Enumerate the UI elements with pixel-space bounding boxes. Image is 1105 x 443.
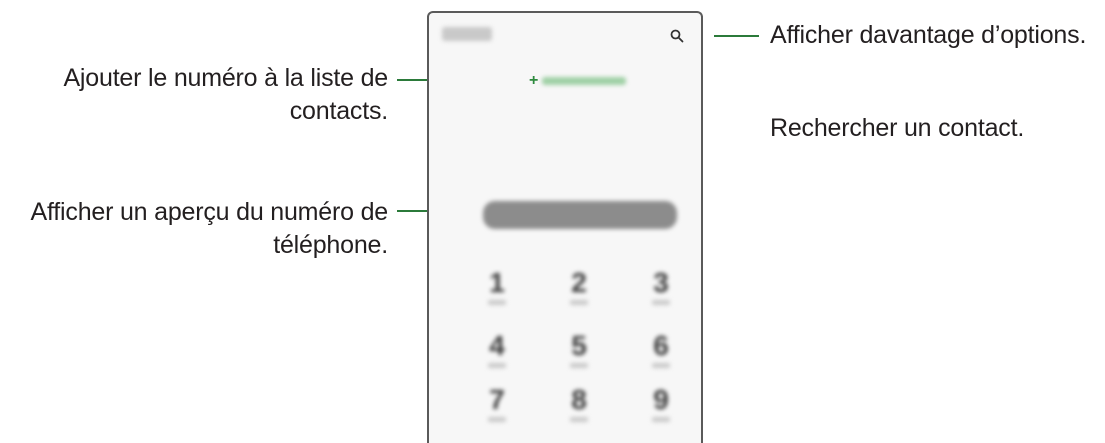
- callout-preview-number: Afficher un aperçu du numéro de téléphon…: [4, 196, 389, 262]
- key-letters: [488, 300, 506, 305]
- key-letters: [570, 363, 588, 368]
- callout-search-contact-text: Rechercher un contact.: [770, 114, 1025, 142]
- key-digit: 9: [653, 384, 669, 415]
- key-letters: [652, 363, 670, 368]
- app-title: [442, 27, 492, 41]
- key-letters: [488, 417, 506, 422]
- add-to-contacts-label: [542, 77, 627, 85]
- keypad-key[interactable]: 2: [559, 268, 599, 305]
- key-digit: 5: [571, 330, 587, 361]
- key-digit: 8: [571, 384, 587, 415]
- search-button[interactable]: [670, 29, 684, 43]
- keypad-key[interactable]: 5: [559, 331, 599, 368]
- key-letters: [488, 363, 506, 368]
- key-digit: 4: [489, 330, 505, 361]
- phone-screen: + 1 2 3 4 5 6 7 8 9: [427, 11, 703, 443]
- callout-more-options: Afficher davantage d’options.: [770, 19, 1105, 52]
- key-digit: 6: [653, 330, 669, 361]
- number-preview: [483, 201, 677, 229]
- key-letters: [570, 300, 588, 305]
- key-letters: [652, 417, 670, 422]
- keypad-key[interactable]: 9: [641, 385, 681, 422]
- keypad-key[interactable]: 6: [641, 331, 681, 368]
- keypad-key[interactable]: 4: [477, 331, 517, 368]
- key-digit: 1: [489, 267, 505, 298]
- keypad-key[interactable]: 8: [559, 385, 599, 422]
- keypad-key[interactable]: 7: [477, 385, 517, 422]
- callout-search-contact: Rechercher un contact.: [770, 112, 1090, 145]
- figure: Ajouter le numéro à la liste de contacts…: [0, 0, 1105, 443]
- keypad-key[interactable]: 1: [477, 268, 517, 305]
- callout-more-options-text: Afficher davantage d’options.: [770, 21, 1087, 49]
- keypad-key[interactable]: 3: [641, 268, 681, 305]
- key-letters: [652, 300, 670, 305]
- key-digit: 3: [653, 267, 669, 298]
- search-icon: [670, 29, 684, 43]
- key-letters: [570, 417, 588, 422]
- callout-preview-number-text: Afficher un aperçu du numéro de téléphon…: [30, 198, 389, 259]
- plus-icon: +: [529, 72, 539, 89]
- leader-line-more-options: [714, 35, 759, 37]
- add-to-contacts-button[interactable]: +: [529, 72, 627, 89]
- callout-add-contact-text: Ajouter le numéro à la liste de contacts…: [63, 64, 388, 125]
- key-digit: 7: [489, 384, 505, 415]
- callout-add-contact: Ajouter le numéro à la liste de contacts…: [20, 62, 388, 128]
- key-digit: 2: [571, 267, 587, 298]
